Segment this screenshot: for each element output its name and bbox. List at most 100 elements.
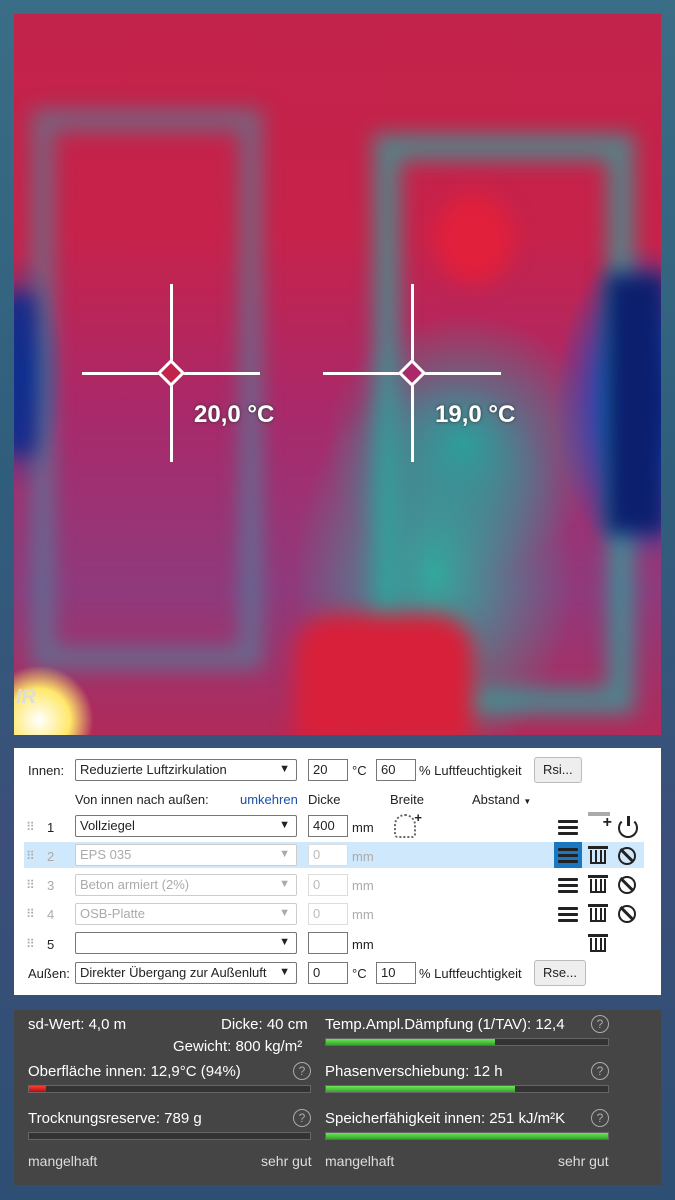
dropdown-arrow-icon: ▼	[279, 907, 290, 919]
inside-condition-value: Reduzierte Luftzirkulation	[80, 762, 227, 777]
direction-label: Von innen nach außen:	[75, 792, 209, 807]
surface-inside-bar-fill	[29, 1086, 46, 1092]
layer-4-unit: mm	[352, 907, 374, 922]
layer-menu-icon[interactable]	[558, 878, 578, 894]
delete-icon[interactable]	[588, 875, 608, 893]
layer-4-material: OSB-Platte	[80, 906, 146, 921]
layer-menu-icon[interactable]	[558, 820, 578, 836]
inside-temp-unit: °C	[352, 763, 367, 778]
help-icon[interactable]: ?	[591, 1015, 609, 1033]
layer-index: 1	[47, 820, 55, 835]
layer-menu-icon[interactable]	[558, 848, 578, 864]
measurement-crosshair-1[interactable]	[82, 284, 262, 464]
layer-3-material: Beton armiert (2%)	[80, 877, 190, 892]
spacing-header-label: Abstand	[472, 792, 520, 807]
thickness-column-header: Dicke	[308, 792, 341, 807]
thermal-window-left	[14, 294, 34, 454]
dropdown-arrow-icon: ▼	[279, 763, 290, 775]
layer-3-material-select[interactable]: Beton armiert (2%) ▼	[75, 874, 297, 896]
layer-5-material-select[interactable]: ▼	[75, 932, 297, 954]
crosshair-center-marker	[397, 358, 427, 388]
help-icon[interactable]: ?	[293, 1062, 311, 1080]
inside-humidity-input[interactable]: 60	[376, 759, 416, 781]
layer-4-material-select[interactable]: OSB-Platte ▼	[75, 903, 297, 925]
phase-shift-bar-fill	[326, 1086, 515, 1092]
layer-index: 5	[47, 937, 55, 952]
layer-1-material-select[interactable]: Vollziegel ▼	[75, 815, 297, 837]
outside-label: Außen:	[28, 966, 70, 981]
dropdown-arrow-icon: ▼	[279, 848, 290, 860]
add-layer-plus: +	[602, 814, 612, 831]
dropdown-arrow-icon: ▼	[279, 966, 290, 978]
sd-value: sd-Wert: 4,0 m	[28, 1016, 127, 1033]
help-icon[interactable]: ?	[591, 1062, 609, 1080]
inside-condition-select[interactable]: Reduzierte Luftzirkulation ▼	[75, 759, 297, 781]
layer-3-thickness-input[interactable]: 0	[308, 874, 348, 896]
layer-menu-icon[interactable]	[558, 907, 578, 923]
delete-icon[interactable]	[588, 934, 608, 952]
inside-temp-input[interactable]: 20	[308, 759, 348, 781]
layer-1-thickness-input[interactable]: 400	[308, 815, 348, 837]
outside-condition-value: Direkter Übergang zur Außenluft	[80, 965, 267, 980]
layer-2-material-select[interactable]: EPS 035 ▼	[75, 844, 297, 866]
measurement-label-2: 19,0 °C	[435, 401, 516, 428]
outside-humidity-input[interactable]: 10	[376, 962, 416, 984]
thermal-radiator	[294, 614, 474, 735]
outside-temp-unit: °C	[352, 966, 367, 981]
layer-1-unit: mm	[352, 820, 374, 835]
delete-icon[interactable]	[588, 904, 608, 922]
measurement-crosshair-2[interactable]	[323, 284, 503, 464]
weight-value: Gewicht: 800 kg/m²	[173, 1038, 303, 1055]
heat-capacity-bar-fill	[326, 1133, 608, 1139]
help-icon[interactable]: ?	[293, 1109, 311, 1127]
thermal-image: 20,0 °C 19,0 °C IR	[14, 14, 661, 735]
spacing-column-header[interactable]: Abstand ▼	[472, 792, 531, 807]
rsi-button[interactable]: Rsi...	[534, 757, 582, 783]
temp-damping-bar-fill	[326, 1039, 496, 1045]
layer-5-thickness-input[interactable]	[308, 932, 348, 954]
temp-damping-bar	[325, 1038, 609, 1046]
ir-logo: IR	[16, 686, 36, 708]
layer-4-thickness-input[interactable]: 0	[308, 903, 348, 925]
dropdown-arrow-icon: ▼	[279, 936, 290, 948]
drag-handle-icon[interactable]: ⠿	[26, 878, 35, 892]
measurement-label-1: 20,0 °C	[194, 401, 275, 428]
drag-handle-icon[interactable]: ⠿	[26, 907, 35, 921]
outside-temp-input[interactable]: 0	[308, 962, 348, 984]
thermal-window-right	[606, 274, 661, 534]
layer-2-thickness-input[interactable]: 0	[308, 844, 348, 866]
drag-handle-icon[interactable]: ⠿	[26, 849, 35, 863]
outside-condition-select[interactable]: Direkter Übergang zur Außenluft ▼	[75, 962, 297, 984]
disable-icon[interactable]	[618, 876, 636, 894]
temp-damping-value: Temp.Ampl.Dämpfung (1/TAV): 12,4	[325, 1016, 565, 1033]
disable-icon[interactable]	[618, 905, 636, 923]
drying-reserve-value: Trocknungsreserve: 789 g	[28, 1110, 202, 1127]
drag-handle-icon[interactable]: ⠿	[26, 937, 35, 951]
inhomogeneous-layer-icon[interactable]: +	[394, 810, 422, 838]
reverse-link[interactable]: umkehren	[240, 792, 298, 807]
layer-index: 2	[47, 849, 55, 864]
layer-3-unit: mm	[352, 878, 374, 893]
crosshair-center-marker	[156, 358, 186, 388]
inside-label: Innen:	[28, 763, 65, 778]
add-plus-icon: +	[414, 810, 422, 825]
drag-handle-icon[interactable]: ⠿	[26, 820, 35, 834]
layer-5-unit: mm	[352, 937, 374, 952]
surface-inside-value: Oberfläche innen: 12,9°C (94%)	[28, 1063, 241, 1080]
phase-shift-bar	[325, 1085, 609, 1093]
phase-shift-value: Phasenverschiebung: 12 h	[325, 1063, 503, 1080]
help-icon[interactable]: ?	[591, 1109, 609, 1127]
disable-icon[interactable]	[618, 847, 636, 865]
layer-2-material: EPS 035	[80, 847, 132, 862]
layer-2-unit: mm	[352, 849, 374, 864]
layer-1-material: Vollziegel	[80, 818, 135, 833]
add-layer-icon[interactable]: +	[588, 812, 612, 831]
delete-icon[interactable]	[588, 846, 608, 864]
dropdown-arrow-icon: ▼	[279, 819, 290, 831]
rse-button[interactable]: Rse...	[534, 960, 586, 986]
layer-index: 4	[47, 907, 55, 922]
scale-high-right: sehr gut	[558, 1153, 609, 1169]
power-icon[interactable]	[618, 816, 638, 838]
outside-humidity-label: % Luftfeuchtigkeit	[419, 966, 522, 981]
results-dashboard: sd-Wert: 4,0 m Dicke: 40 cm Gewicht: 800…	[14, 1010, 661, 1185]
